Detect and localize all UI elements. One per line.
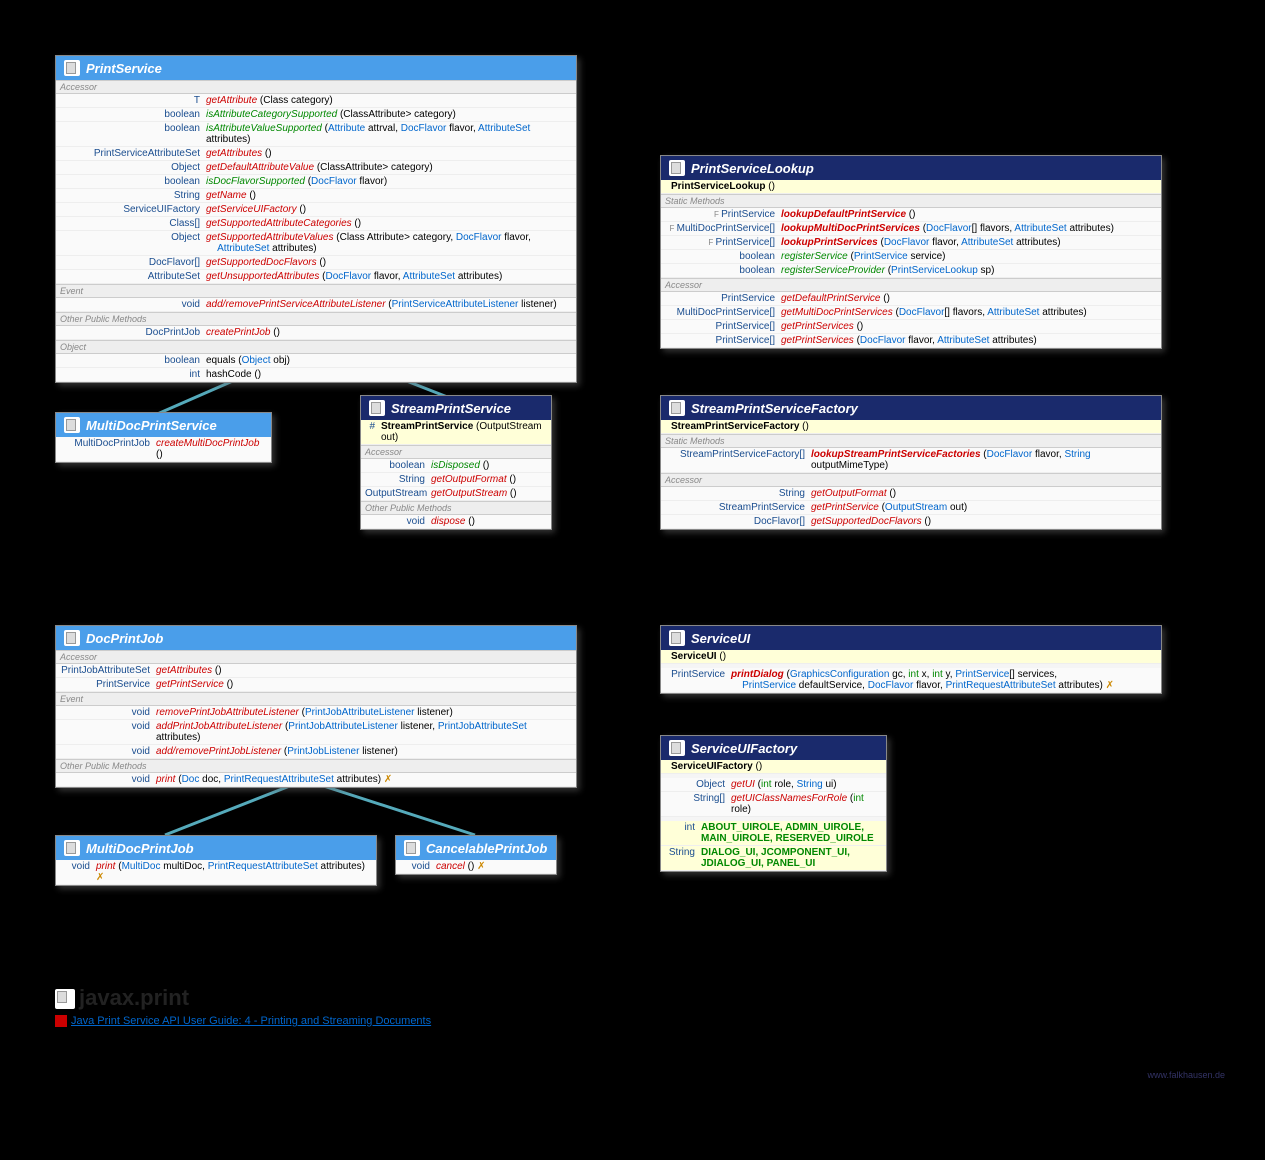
credit: www.falkhausen.de (1147, 1070, 1225, 1080)
class-multi-doc-print-service: MultiDocPrintServiceMultiDocPrintJobcrea… (55, 412, 272, 463)
class-stream-print-service: StreamPrintService#StreamPrintService (O… (360, 395, 552, 530)
class-print-service-lookup: PrintServiceLookupPrintServiceLookup ()S… (660, 155, 1162, 349)
class-print-service: PrintServiceAccessor TgetAttribute (Clas… (55, 55, 577, 383)
printer-icon (55, 989, 75, 1009)
doc-link[interactable]: Java Print Service API User Guide: 4 - P… (55, 1015, 431, 1027)
class-stream-print-service-factory: StreamPrintServiceFactoryStreamPrintServ… (660, 395, 1162, 530)
class-service-ui-factory: ServiceUIFactoryServiceUIFactory ()Objec… (660, 735, 887, 872)
class-cancelable-print-job: CancelablePrintJobvoidcancel () ✗ (395, 835, 557, 875)
class-service-ui: ServiceUIServiceUI ()PrintServiceprintDi… (660, 625, 1162, 694)
package-name: javax.print (55, 985, 189, 1011)
bullet-icon (55, 1015, 67, 1027)
class-multi-doc-print-job: MultiDocPrintJobvoidprint (MultiDoc mult… (55, 835, 377, 886)
class-doc-print-job: DocPrintJobAccessorPrintJobAttributeSetg… (55, 625, 577, 788)
